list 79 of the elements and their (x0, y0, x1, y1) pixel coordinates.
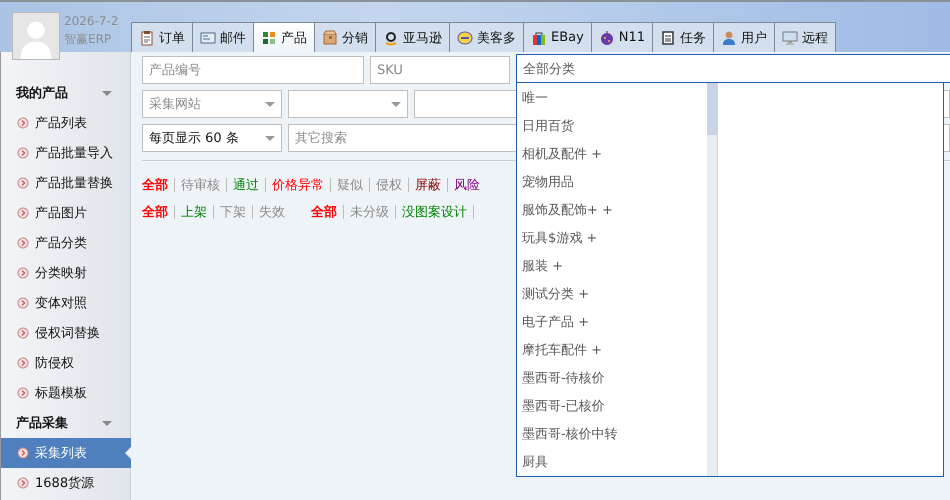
sidebar-item[interactable]: 分类映射 (1, 258, 130, 288)
sidebar-item[interactable]: 产品批量导入 (1, 138, 130, 168)
nav-tab[interactable]: 用户 (713, 22, 776, 52)
document-icon (660, 30, 676, 46)
sidebar-item[interactable]: 产品批量替换 (1, 168, 130, 198)
nav-tab[interactable]: 美客多 (449, 22, 524, 52)
sidebar-item[interactable]: 侵权词替换 (1, 318, 130, 348)
grid-icon (261, 30, 277, 46)
category-option[interactable]: 墨西哥-已核价 (517, 392, 707, 420)
category-option[interactable]: 日用百货 (517, 112, 707, 140)
category-option[interactable]: 服饰及配饰+ + (517, 196, 707, 224)
status-filter-link[interactable]: 价格异常 (272, 176, 324, 194)
category-option[interactable]: 相机及配件 + (517, 140, 707, 168)
card-icon (200, 30, 216, 46)
user-icon (721, 30, 738, 46)
status-filter-link[interactable]: 通过 (233, 176, 259, 194)
category-option[interactable]: 摩托车配件 + (517, 336, 707, 364)
nav-tab[interactable]: 任务 (652, 22, 714, 52)
arrow-circle-icon (17, 297, 29, 309)
arrow-circle-icon (17, 477, 29, 489)
category-option[interactable]: 宠物用品 (517, 168, 707, 196)
sidebar-group-header[interactable]: 产品采集 (1, 408, 130, 438)
arrow-circle-icon (17, 207, 29, 219)
nav-tab[interactable]: EBay (523, 22, 592, 52)
category-select[interactable]: 全部分类 (516, 54, 950, 83)
status-filter-link[interactable]: 屏蔽 (415, 176, 441, 194)
date-text: 2026-7-2 (64, 13, 120, 30)
sidebar-item[interactable]: 防侵权 (1, 348, 130, 378)
arrow-circle-icon (17, 327, 29, 339)
arrow-circle-icon (17, 447, 29, 459)
nav-tab[interactable]: 远程 (774, 22, 836, 52)
page-size-select[interactable]: 每页显示 60 条 (142, 124, 282, 152)
listing-filter-link[interactable]: 全部 (142, 202, 168, 220)
arrow-circle-icon (17, 237, 29, 249)
site-select[interactable]: 采集网站 (142, 90, 282, 118)
sidebar-item[interactable]: 变体对照 (1, 288, 130, 318)
listing-filter-link[interactable]: 上架 (181, 202, 207, 220)
ball-icon (598, 30, 615, 46)
sidebar-item[interactable]: 产品分类 (1, 228, 130, 258)
category-option[interactable]: 唯一 (517, 84, 707, 112)
bag-icon (531, 30, 547, 46)
arrow-circle-icon (17, 147, 29, 159)
sidebar-item[interactable]: 标题模板 (1, 378, 130, 408)
nav-tab[interactable]: 订单 (131, 22, 193, 52)
sidebar-item[interactable]: 1688货源 (1, 468, 130, 498)
nav-tab[interactable]: 分销 (314, 22, 376, 52)
app-name: 智赢ERP (64, 31, 112, 48)
box-icon (322, 30, 338, 46)
product-number-field[interactable]: 产品编号 (142, 56, 364, 84)
category-option[interactable]: 电子产品 + (517, 308, 707, 336)
avatar-icon (12, 12, 60, 60)
scrollbar[interactable] (707, 83, 718, 476)
monitor-icon (782, 30, 798, 46)
nav-tab[interactable]: 邮件 (192, 22, 254, 52)
clipboard-icon (139, 30, 155, 46)
category-option[interactable]: 测试分类 + (517, 280, 707, 308)
category-option[interactable]: 墨西哥-待核价 (517, 364, 707, 392)
sku-field[interactable]: SKU (370, 56, 510, 84)
grade-filter-link[interactable]: 没图案设计 (402, 202, 467, 220)
arrow-circle-icon (17, 177, 29, 189)
category-option[interactable]: 墨西哥-核价中转 (517, 420, 707, 448)
status-filter-link[interactable]: 风险 (454, 176, 480, 194)
arrow-circle-icon (17, 387, 29, 399)
select-field[interactable] (288, 90, 408, 118)
nav-tab[interactable]: N11 (590, 22, 654, 52)
nav-tab[interactable]: 亚马逊 (375, 22, 450, 52)
arrow-circle-icon (17, 267, 29, 279)
sidebar-group-header[interactable]: 我的产品 (1, 78, 130, 108)
sidebar-item[interactable]: 产品列表 (1, 108, 130, 138)
category-option[interactable]: 服装 + (517, 252, 707, 280)
category-option[interactable]: 玩具$游戏 + (517, 224, 707, 252)
arrow-circle-icon (17, 117, 29, 129)
nav-tab[interactable]: 产品 (253, 22, 315, 52)
arrow-circle-icon (17, 357, 29, 369)
status-filter-link[interactable]: 全部 (142, 176, 168, 194)
category-option[interactable]: 厨具 (517, 448, 707, 476)
sidebar-item[interactable]: 产品图片 (1, 198, 130, 228)
grade-filter-link[interactable]: 全部 (311, 202, 337, 220)
sidebar-item[interactable]: 采集列表 (1, 438, 131, 468)
